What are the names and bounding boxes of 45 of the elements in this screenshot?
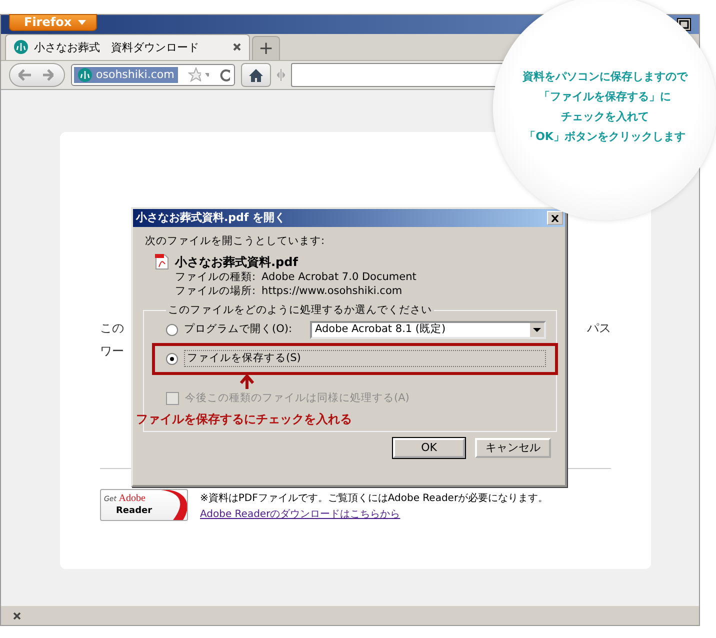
address-bar[interactable]: osohshiki.com [71, 64, 235, 86]
star-icon[interactable] [188, 67, 201, 82]
dialog-title: 小さなお葬式資料.pdf を開く [136, 211, 286, 225]
site-logo-icon [78, 68, 92, 82]
file-name: 小さなお葬式資料.pdf [175, 254, 298, 270]
home-icon [248, 68, 264, 82]
dialog-button[interactable]: キャンセル [475, 438, 551, 458]
back-forward-icon [17, 68, 57, 82]
detail-label: ファイルの場所: [175, 285, 256, 298]
paragraph-text: この [100, 320, 124, 338]
browser-tab[interactable]: 小さなお葬式 資料ダウンロード [5, 34, 250, 60]
paragraph-text: パス [587, 320, 611, 338]
close-button[interactable] [547, 211, 563, 225]
detail-value: https://www.osohshiki.com [262, 285, 402, 298]
pdf-file-icon [155, 254, 169, 270]
ribbon-icon [161, 490, 187, 520]
radio-button[interactable] [166, 324, 178, 336]
new-tab-button[interactable]: + [252, 36, 280, 60]
paragraph-text: ワー [100, 343, 124, 360]
option-label[interactable]: プログラムで開く(O): [184, 322, 292, 336]
instruction-text: ファイルを保存するにチェックを入れる [136, 412, 352, 426]
detail-label: ファイルの種類: [175, 271, 256, 284]
download-link[interactable]: Adobe Readerのダウンロードはこちらから [200, 509, 400, 520]
reload-icon[interactable] [219, 68, 230, 82]
dialog-button[interactable]: OK [393, 438, 465, 458]
dialog-intro: 次のファイルを開こうとしています: [145, 235, 326, 248]
note-text: ※資料はPDFファイルです。ご覧頂くにはAdobe Readerが必要になります。 [200, 492, 548, 506]
detail-value: Adobe Acrobat 7.0 Document [262, 271, 416, 284]
site-logo-icon [14, 40, 28, 54]
address-text: osohshiki.com [96, 68, 174, 82]
close-icon[interactable] [13, 612, 21, 620]
callout-text: 資料をパソコンに保存しますので 「ファイルを保存する」に チェックを入れて 「OK」ボタンをクリックします [522, 69, 688, 145]
back-forward-button[interactable] [9, 62, 65, 87]
dropdown-icon[interactable] [204, 72, 210, 77]
tab-title: 小さなお葬式 資料ダウンロード [34, 40, 200, 55]
badge-text: Reader [116, 505, 152, 518]
caret-icon [78, 20, 86, 25]
close-icon [551, 214, 559, 222]
group-label: このファイルをどのように処理するか選んでください [167, 304, 433, 318]
dropdown-icon [530, 322, 544, 336]
home-button[interactable] [241, 62, 271, 87]
program-select[interactable]: Adobe Acrobat 8.1 (既定) [310, 320, 546, 338]
close-icon[interactable] [233, 43, 241, 52]
radio-button[interactable] [166, 352, 178, 364]
option-label[interactable]: ファイルを保存する(S) [184, 350, 546, 368]
